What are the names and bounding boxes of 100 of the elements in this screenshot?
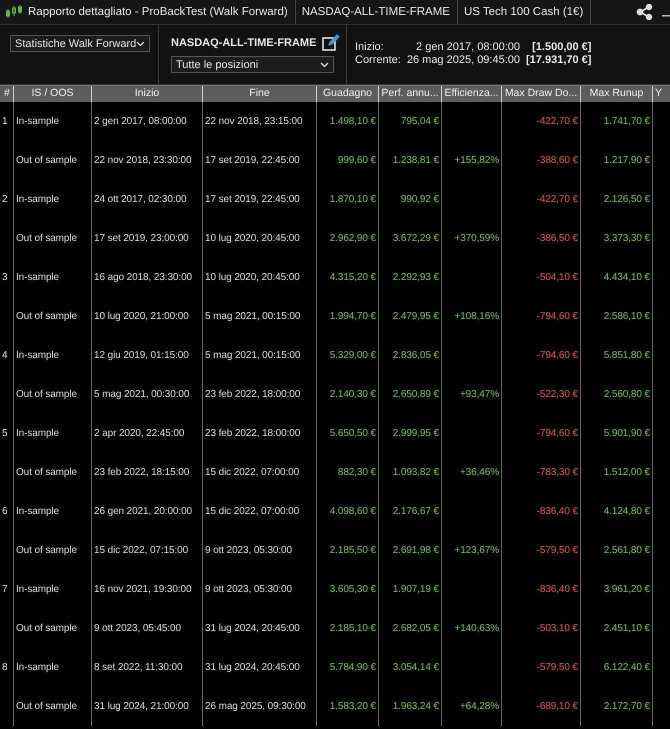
info-label: Corrente: — [355, 54, 401, 66]
table-cell: 6.122,40 € — [604, 662, 650, 673]
table-cell: 2 — [2, 194, 8, 205]
table-cell: 999,60 € — [338, 155, 376, 166]
title-tab[interactable]: NASDAQ-ALL-TIME-FRAME — [300, 0, 458, 24]
table-cell: -794,60 € — [536, 311, 578, 322]
table-cell: In-sample — [16, 116, 60, 127]
table-cell: 5.851,80 € — [604, 350, 650, 361]
table-cell: 15 dic 2022, 07:15:00 — [94, 545, 188, 556]
table-cell: 2.560,80 € — [604, 389, 650, 400]
table-cell: 22 nov 2018, 23:30:00 — [94, 155, 192, 166]
table-cell: +140,63% — [454, 623, 499, 634]
table-cell: 2.561,80 € — [604, 545, 650, 556]
table-cell: 2.140,30 € — [330, 389, 376, 400]
table-cell: 9 ott 2023, 05:45:00 — [94, 623, 181, 634]
table-cell: 1.238,81 € — [392, 155, 439, 166]
table-cell: 12 giu 2019, 01:15:00 — [94, 350, 189, 361]
table-cell: 6 — [2, 506, 8, 517]
table-cell: Out of sample — [16, 155, 77, 166]
table-cell: 5 mag 2021, 00:15:00 — [205, 311, 300, 322]
table-cell: 1.963,24 € — [392, 701, 439, 712]
table-cell: 2.836,05 € — [392, 350, 439, 361]
table-cell: 5 mag 2021, 00:30:00 — [94, 389, 190, 400]
table-cell: 1.870,10 € — [330, 194, 376, 205]
table-cell: Out of sample — [16, 623, 77, 634]
table-cell: -836,40 € — [536, 506, 578, 517]
positions-dropdown[interactable]: Tutte le posizioni — [171, 56, 334, 73]
table-cell: In-sample — [16, 350, 60, 361]
table-cell: -504,10 € — [536, 272, 578, 283]
table-cell: +123,67% — [454, 545, 499, 556]
table-cell: 10 lug 2020, 21:00:00 — [94, 311, 189, 322]
table-cell: Out of sample — [16, 467, 77, 478]
table-cell: 990,92 € — [400, 194, 439, 205]
table-cell: 2.176,67 € — [392, 506, 439, 517]
table-cell: In-sample — [16, 662, 60, 673]
table-cell: -422,70 € — [536, 116, 578, 127]
share-icon[interactable] — [636, 4, 654, 20]
table-cell: 1.583,20 € — [330, 701, 376, 712]
table-cell: 3.961,20 € — [604, 584, 650, 595]
table-cell: 26 gen 2021, 20:00:00 — [94, 506, 192, 517]
table-cell: +36,46% — [460, 467, 499, 478]
column-header[interactable]: Guadagno — [317, 86, 379, 102]
table-cell: 17 set 2019, 23:00:00 — [94, 233, 189, 244]
title-tab[interactable]: US Tech 100 Cash (1€) — [462, 0, 592, 24]
table-cell: 2 apr 2020, 22:45:00 — [94, 428, 184, 439]
table-cell: -579,50 € — [536, 545, 578, 556]
table-cell: Out of sample — [16, 311, 77, 322]
table-cell: 31 lug 2024, 21:00:00 — [94, 701, 189, 712]
table-cell: 2.691,98 € — [392, 545, 439, 556]
table-cell: 2 gen 2017, 08:00:00 — [94, 116, 187, 127]
table-cell: 23 feb 2022, 18:00:00 — [205, 389, 300, 400]
table-cell: 1.994,70 € — [330, 311, 376, 322]
table-cell: 1.907,19 € — [392, 584, 439, 595]
table-cell: 3.054,14 € — [392, 662, 439, 673]
table-cell: 2.292,93 € — [392, 272, 439, 283]
table-cell: +93,47% — [460, 389, 499, 400]
table-cell: 1.217,90 € — [604, 155, 650, 166]
table-cell: 1.741,70 € — [604, 116, 650, 127]
column-header[interactable]: Y — [653, 86, 667, 102]
table-cell: In-sample — [16, 194, 60, 205]
column-header[interactable]: # — [0, 86, 14, 102]
table-cell: -836,40 € — [536, 584, 578, 595]
candlestick-icon — [6, 5, 22, 19]
table-cell: 5.901,90 € — [604, 428, 650, 439]
info-date: 2 gen 2017, 08:00:00 — [415, 41, 520, 53]
table-cell: 4.124,80 € — [604, 506, 650, 517]
column-header[interactable]: Fine — [203, 86, 317, 102]
table-cell: Out of sample — [16, 233, 77, 244]
table-cell: -503,10 € — [536, 623, 578, 634]
column-header[interactable]: Inizio — [92, 86, 203, 102]
column-header[interactable]: IS / OOS — [14, 86, 92, 102]
table-cell: 5.650,50 € — [330, 428, 376, 439]
info-date: 26 mag 2025, 09:45:00 — [406, 54, 520, 66]
table-cell: 17 set 2019, 22:45:00 — [205, 155, 300, 166]
table-cell: 2.999,95 € — [392, 428, 439, 439]
table-cell: 1.498,10 € — [330, 116, 376, 127]
table-cell: 1 — [2, 116, 8, 127]
view-dropdown[interactable]: Statistiche Walk Forward — [10, 35, 150, 52]
edit-icon[interactable] — [322, 34, 340, 52]
info-amount: [17.931,70 €] — [526, 54, 592, 66]
column-header[interactable]: Max Runup — [581, 86, 653, 102]
strategy-name: NASDAQ-ALL-TIME-FRAME — [171, 37, 316, 49]
column-header[interactable]: Efficienza... — [442, 86, 502, 102]
table-cell: +108,16% — [454, 311, 499, 322]
column-header[interactable]: Perf. annu... — [379, 86, 442, 102]
table-cell: -388,60 € — [536, 155, 578, 166]
table-cell: 3.605,30 € — [330, 584, 376, 595]
table-cell: 5 — [2, 428, 8, 439]
table-cell: 23 feb 2022, 18:00:00 — [205, 428, 300, 439]
table-cell: Out of sample — [16, 389, 77, 400]
table-cell: 882,30 € — [338, 467, 376, 478]
table-cell: 2.451,10 € — [604, 623, 650, 634]
table-cell: 2.479,95 € — [392, 311, 439, 322]
table-cell: 24 ott 2017, 02:30:00 — [94, 194, 186, 205]
table-cell: 2.126,50 € — [604, 194, 650, 205]
column-header[interactable]: Max Draw Do... — [502, 86, 581, 102]
chevron-down-icon — [136, 40, 145, 46]
table-cell: In-sample — [16, 506, 60, 517]
table-cell: +155,82% — [454, 155, 499, 166]
table-cell: 1.093,82 € — [392, 467, 439, 478]
